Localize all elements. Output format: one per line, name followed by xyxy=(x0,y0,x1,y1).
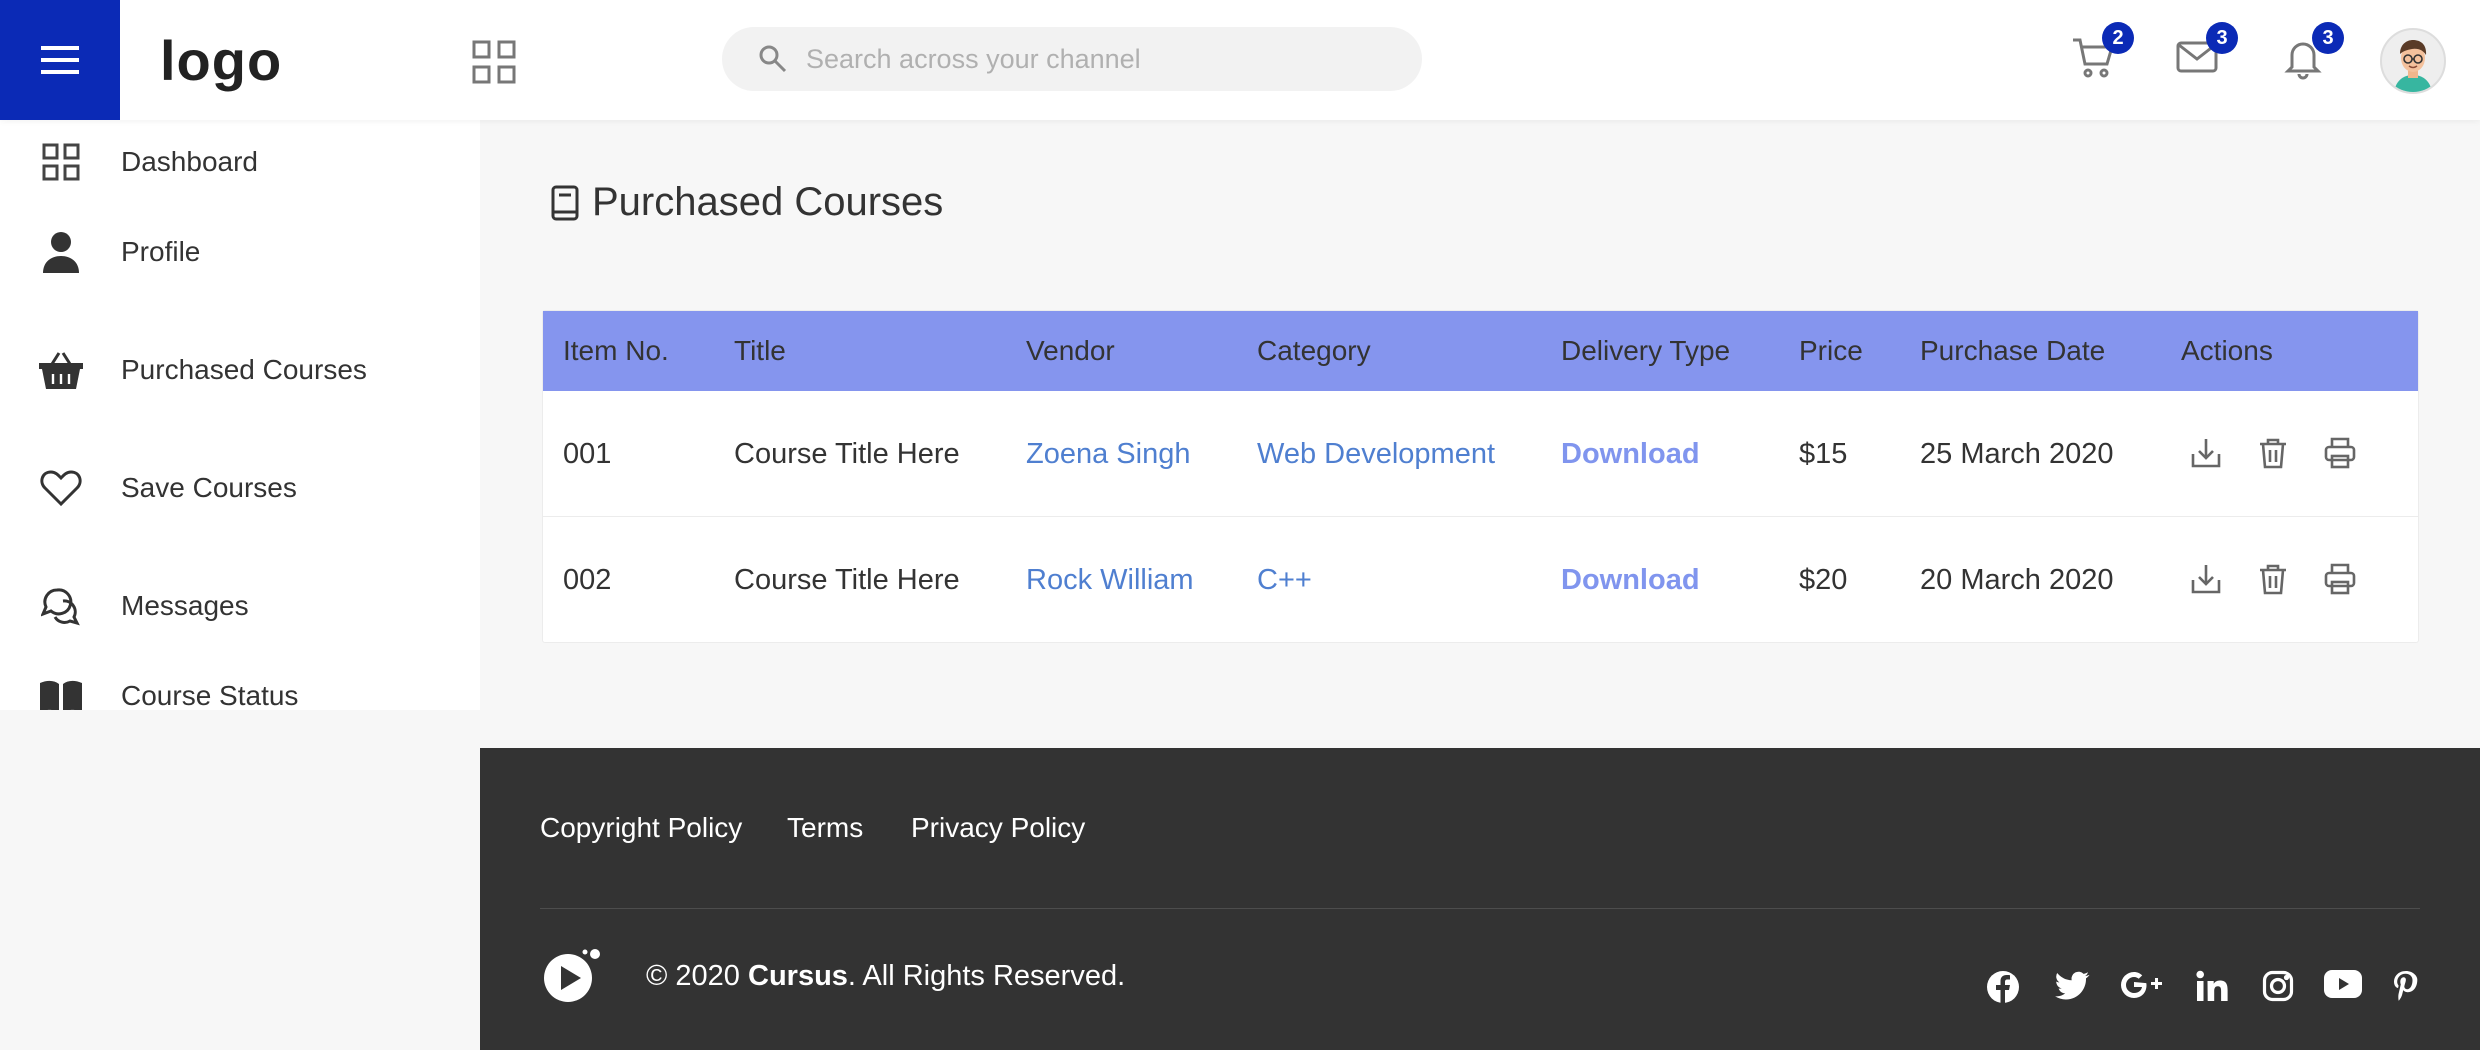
print-icon[interactable] xyxy=(2323,436,2359,472)
copyright-text: © 2020 Cursus. All Rights Reserved. xyxy=(646,960,1125,993)
pinterest-icon[interactable] xyxy=(2392,970,2428,1006)
notification-badge: 3 xyxy=(2312,22,2344,54)
sidebar-item-label: Profile xyxy=(121,236,201,267)
book-icon xyxy=(551,185,579,220)
page-title: Purchased Courses xyxy=(550,180,943,225)
course-title: Course Title Here xyxy=(734,563,960,596)
column-header: Actions xyxy=(2181,335,2273,366)
sidebar-item-label: Messages xyxy=(121,590,249,621)
table-row: 002 Course Title Here Rock William C++ D… xyxy=(543,517,2418,643)
print-icon[interactable] xyxy=(2323,562,2359,598)
column-header: Vendor xyxy=(1026,335,1115,366)
instagram-icon[interactable] xyxy=(2262,970,2298,1006)
avatar[interactable] xyxy=(2380,28,2446,94)
chat-icon xyxy=(38,583,84,629)
search-icon xyxy=(759,45,787,73)
footer: Copyright Policy Terms Privacy Policy © … xyxy=(480,748,2480,1050)
linkedin-icon[interactable] xyxy=(2196,970,2232,1006)
sidebar-item-label: Dashboard xyxy=(121,146,258,177)
twitter-icon[interactable] xyxy=(2054,970,2090,1006)
category-link[interactable]: Web Development xyxy=(1257,391,1495,517)
price: $20 xyxy=(1799,563,1848,596)
sidebar-item-label: Purchased Courses xyxy=(121,354,367,385)
user-icon xyxy=(38,229,84,275)
purchase-date: 20 March 2020 xyxy=(1920,563,2114,596)
vendor-link[interactable]: Zoena Singh xyxy=(1026,391,1190,517)
trash-icon[interactable] xyxy=(2256,436,2292,472)
basket-icon xyxy=(38,347,84,393)
footer-link-terms[interactable]: Terms xyxy=(787,812,863,844)
column-header: Category xyxy=(1257,335,1371,366)
cart-button[interactable]: 2 xyxy=(2070,22,2134,86)
notifications-button[interactable]: 3 xyxy=(2280,22,2344,86)
copyright-suffix: . All Rights Reserved. xyxy=(847,960,1126,992)
item-no: 001 xyxy=(563,437,612,470)
column-header: Item No. xyxy=(563,335,669,366)
sidebar: Dashboard Profile Purchased Courses Save… xyxy=(0,120,480,710)
facebook-icon[interactable] xyxy=(1986,970,2022,1006)
footer-divider xyxy=(540,908,2420,909)
sidebar-item-course-status[interactable]: Course Status xyxy=(0,666,480,710)
top-header: logo 2 3 3 xyxy=(0,0,2480,120)
dashboard-icon xyxy=(38,139,84,185)
sidebar-item-messages[interactable]: Messages xyxy=(0,576,480,636)
download-link[interactable]: Download xyxy=(1561,391,1700,517)
table-row: 001 Course Title Here Zoena Singh Web De… xyxy=(543,391,2418,517)
search-bar xyxy=(722,27,1422,91)
column-header: Delivery Type xyxy=(1561,335,1731,366)
messages-button[interactable]: 3 xyxy=(2174,22,2238,86)
vendor-link[interactable]: Rock William xyxy=(1026,517,1194,643)
book-icon xyxy=(38,673,84,710)
youtube-icon[interactable] xyxy=(2324,970,2364,1006)
page-title-text: Purchased Courses xyxy=(592,180,944,224)
column-header: Price xyxy=(1799,335,1863,366)
column-header: Title xyxy=(734,335,786,366)
sidebar-item-save-courses[interactable]: Save Courses xyxy=(0,458,480,518)
sidebar-item-label: Course Status xyxy=(121,680,299,710)
purchased-courses-table: Item No. Title Vendor Category Delivery … xyxy=(542,310,2419,643)
category-link[interactable]: C++ xyxy=(1257,517,1312,643)
menu-icon xyxy=(41,46,79,74)
price: $15 xyxy=(1799,437,1848,470)
menu-button[interactable] xyxy=(0,0,120,120)
brand-name: Cursus xyxy=(748,960,848,992)
sidebar-item-dashboard[interactable]: Dashboard xyxy=(0,132,480,192)
item-no: 002 xyxy=(563,563,612,596)
course-title: Course Title Here xyxy=(734,437,960,470)
download-icon[interactable] xyxy=(2189,562,2225,598)
footer-link-copyright-policy[interactable]: Copyright Policy xyxy=(540,812,742,844)
apps-icon[interactable] xyxy=(472,40,516,84)
sidebar-item-label: Save Courses xyxy=(121,472,297,503)
copyright-prefix: © 2020 xyxy=(646,960,748,992)
cart-badge: 2 xyxy=(2102,22,2134,54)
column-header: Purchase Date xyxy=(1920,335,2106,366)
table-header: Item No. Title Vendor Category Delivery … xyxy=(543,311,2418,391)
brand-logo-icon xyxy=(540,948,604,1002)
google-plus-icon[interactable] xyxy=(2120,970,2164,1006)
download-link[interactable]: Download xyxy=(1561,517,1700,643)
mail-badge: 3 xyxy=(2206,22,2238,54)
search-input[interactable] xyxy=(806,43,1366,75)
heart-icon xyxy=(38,465,84,511)
sidebar-item-purchased-courses[interactable]: Purchased Courses xyxy=(0,340,480,400)
footer-link-privacy-policy[interactable]: Privacy Policy xyxy=(911,812,1085,844)
trash-icon[interactable] xyxy=(2256,562,2292,598)
sidebar-item-profile[interactable]: Profile xyxy=(0,222,480,282)
download-icon[interactable] xyxy=(2189,436,2225,472)
logo[interactable]: logo xyxy=(160,28,282,93)
purchase-date: 25 March 2020 xyxy=(1920,437,2114,470)
